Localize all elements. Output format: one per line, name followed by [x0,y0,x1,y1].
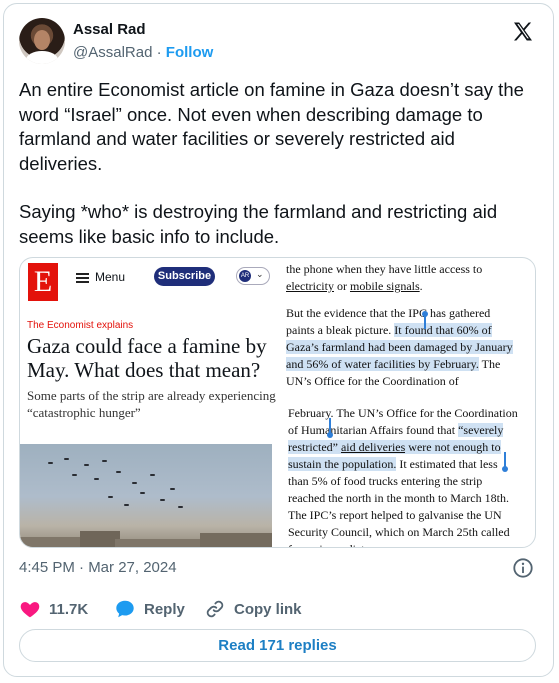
selection-cursor [424,315,426,329]
article-paragraph: February. The UN’s Office for the Coordi… [288,406,518,547]
account-menu: AR ⌄ [236,267,270,285]
tweet-text: An entire Economist article on famine in… [19,78,534,249]
like-button[interactable]: 11.7K [19,597,88,621]
article-excerpt: the phone when they have little access t… [286,258,535,547]
author-handle-line: @AssalRad · Follow [73,44,213,61]
copy-link-label: Copy link [234,600,302,618]
article-subheading: Some parts of the strip are already expe… [27,388,276,420]
selection-cursor [329,418,331,436]
read-replies-button[interactable]: Read 171 replies [19,629,536,662]
aid-deliveries-link: aid deliveries [340,440,406,454]
reply-label: Reply [144,600,185,618]
chevron-down-icon: ⌄ [256,269,264,279]
article-paragraph: But the evidence that the IPC has gather… [286,306,513,394]
x-logo-icon[interactable] [511,20,535,44]
reply-button[interactable]: Reply [114,597,185,621]
mobile-signals-link: mobile signals [349,279,420,293]
handle-separator: · [152,44,166,61]
article-headline: Gaza could face a famine by May. What do… [27,334,267,382]
economist-logo: E [28,263,58,301]
like-count: 11.7K [49,600,89,618]
tweet-paragraph: Saying *who* is destroying the farmland … [19,201,498,247]
account-badge: AR [239,270,251,282]
copy-link-button[interactable]: Copy link [204,597,302,621]
subscribe-button: Subscribe [154,267,215,286]
author-name[interactable]: Assal Rad [73,21,146,38]
link-icon [206,600,224,618]
electricity-link: electricity [286,279,334,293]
follow-button[interactable]: Follow [166,44,214,61]
article-paragraph: the phone when they have little access t… [286,262,483,293]
airdrop-photo [20,444,272,547]
speech-bubble-icon [116,600,134,618]
menu-label: Menu [95,270,126,284]
section-label: The Economist explains [27,320,134,331]
heart-icon [20,602,40,618]
tweet-paragraph: An entire Economist article on famine in… [19,79,524,174]
selection-handle [502,466,508,472]
menu-icon [76,273,89,283]
tweet-image[interactable]: E Menu Subscribe AR ⌄ The Economist expl… [19,257,536,548]
author-handle[interactable]: @AssalRad [73,44,152,61]
info-icon[interactable] [512,557,534,579]
tweet-timestamp[interactable]: 4:45 PM · Mar 27, 2024 [19,559,177,576]
author-avatar[interactable] [19,18,65,64]
